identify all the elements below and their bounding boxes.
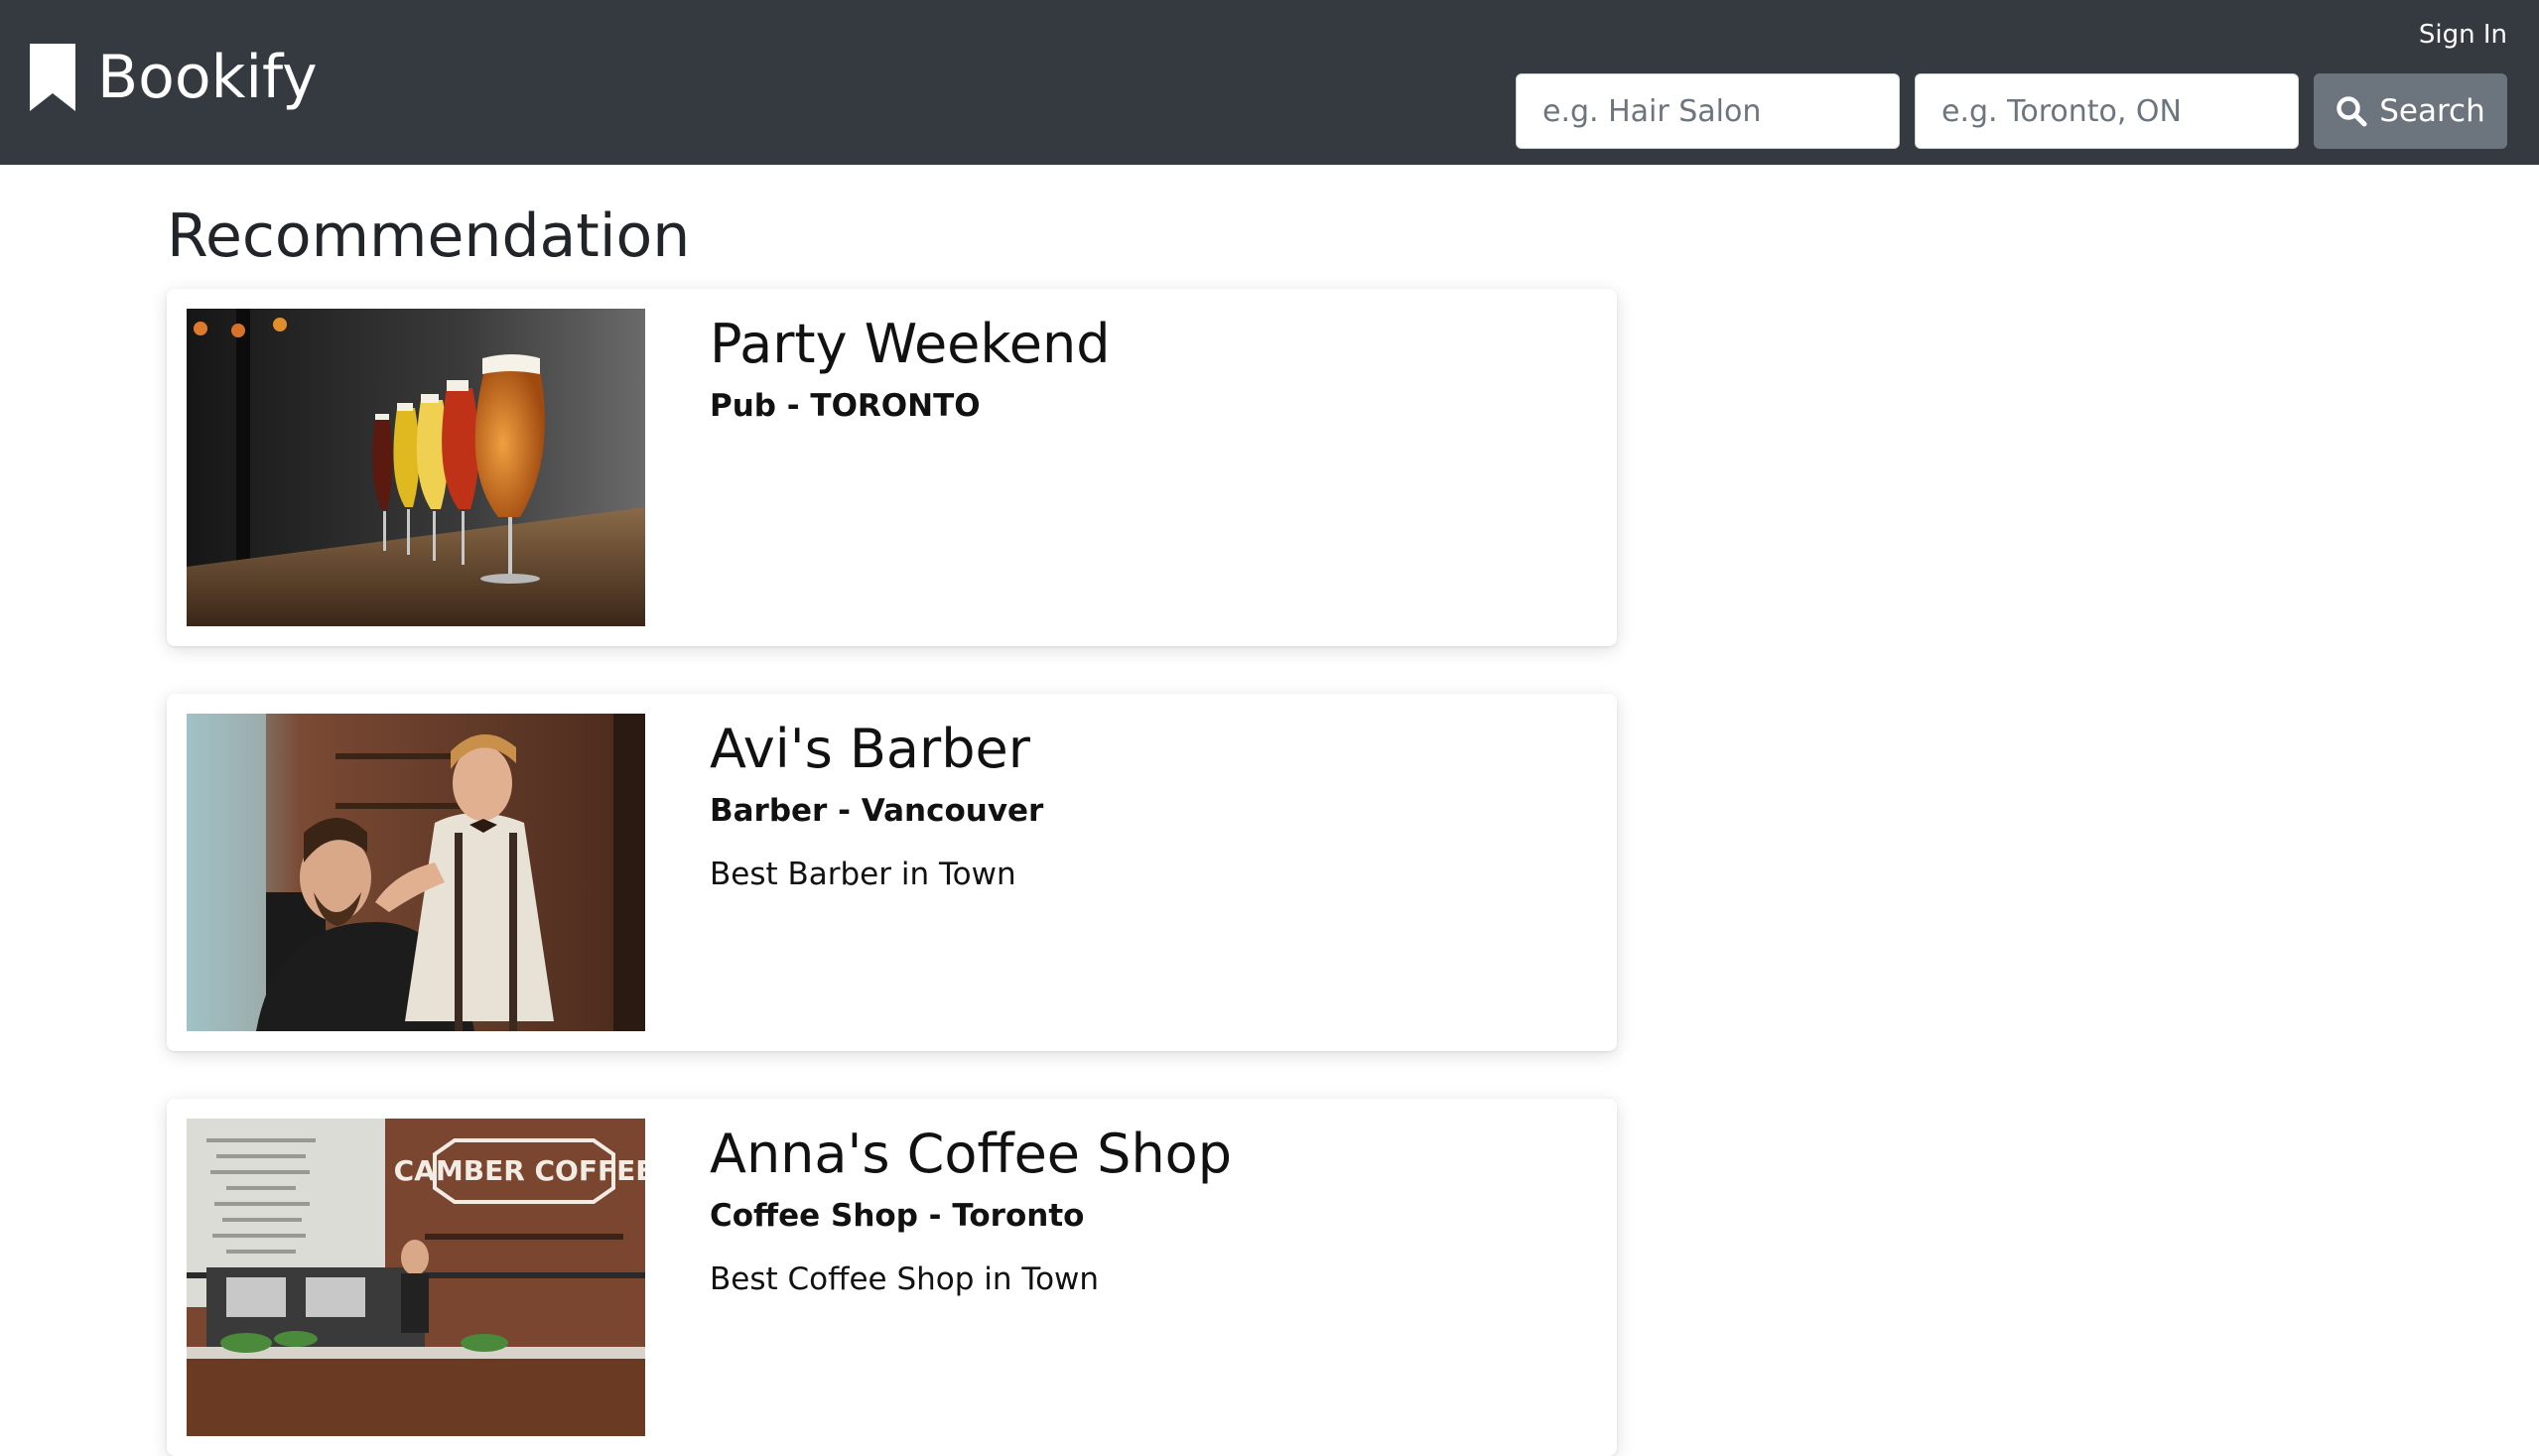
coffee-shop-photo: CAMBER COFFEE <box>187 1119 645 1436</box>
business-category-location: Pub - TORONTO <box>710 388 981 424</box>
business-card[interactable]: CAMBER COFFEE Anna's Coffee Shop Coffee … <box>167 1099 1617 1456</box>
brand-logo[interactable]: Bookify <box>28 36 318 119</box>
page-title: Recommendation <box>167 201 691 271</box>
sign-in-link[interactable]: Sign In <box>2419 18 2507 52</box>
business-category-location: Barber - Vancouver <box>710 793 1044 829</box>
business-name[interactable]: Party Weekend <box>710 309 1587 380</box>
business-image: CAMBER COFFEE <box>187 1119 645 1436</box>
business-card[interactable]: Avi's Barber Barber - Vancouver Best Bar… <box>167 694 1617 1051</box>
search-icon <box>2337 96 2367 127</box>
search-button[interactable]: Search <box>2314 73 2507 149</box>
search-location-input[interactable] <box>1915 73 2299 149</box>
business-description: Best Barber in Town <box>710 857 1016 892</box>
barber-shop-photo <box>187 714 645 1031</box>
business-description: Best Coffee Shop in Town <box>710 1261 1100 1297</box>
bookmark-icon <box>30 44 75 111</box>
search-button-label: Search <box>2379 93 2485 129</box>
camber-sign-text: CAMBER COFFEE <box>394 1154 645 1187</box>
business-image <box>187 309 645 626</box>
business-name[interactable]: Avi's Barber <box>710 714 1587 785</box>
business-category-location: Coffee Shop - Toronto <box>710 1198 1085 1234</box>
business-name[interactable]: Anna's Coffee Shop <box>710 1119 1587 1190</box>
brand-name: Bookify <box>97 43 318 112</box>
business-image <box>187 714 645 1031</box>
business-card[interactable]: Party Weekend Pub - TORONTO <box>167 289 1617 646</box>
beer-glasses-photo <box>187 309 645 626</box>
top-navbar: Bookify Sign In Search <box>0 0 2539 165</box>
search-what-input[interactable] <box>1516 73 1900 149</box>
